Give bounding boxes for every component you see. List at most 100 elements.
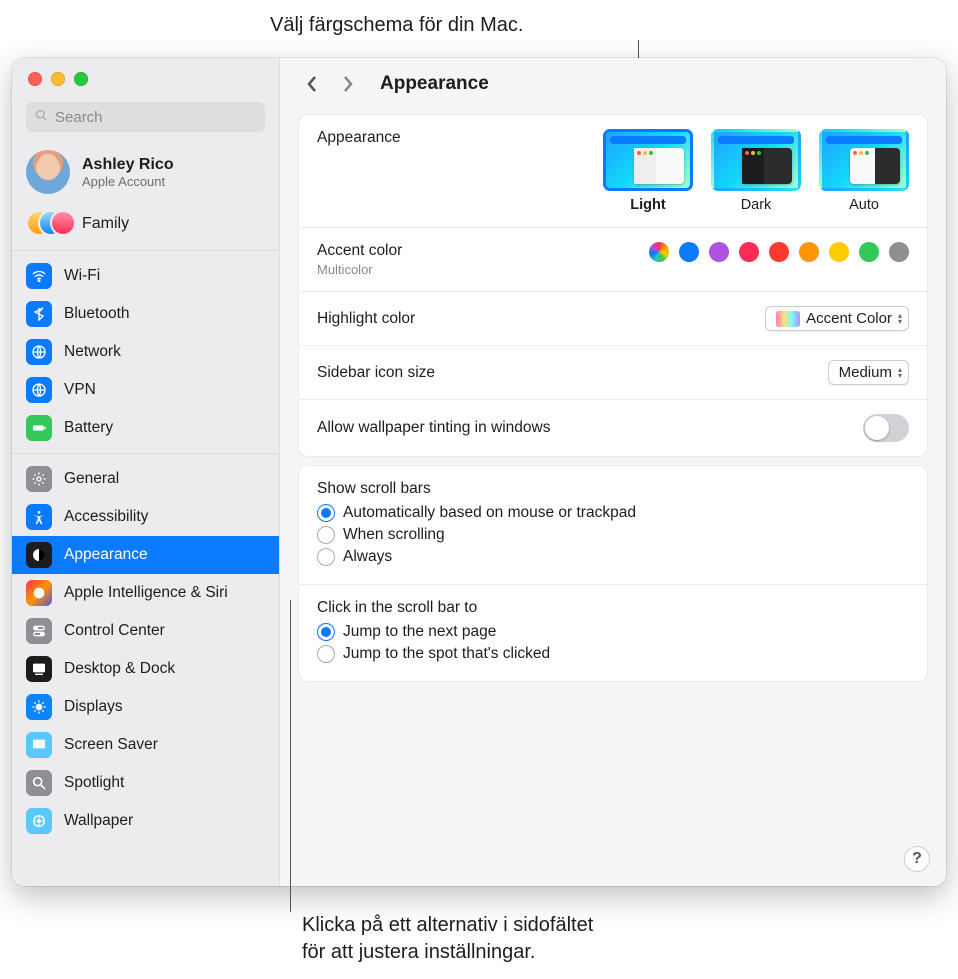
close-button[interactable]: [28, 72, 42, 86]
minimize-button[interactable]: [51, 72, 65, 86]
scrollbars-option-1[interactable]: When scrolling: [317, 526, 909, 544]
accessibility-icon: [26, 504, 52, 530]
appearance-row: Appearance LightDark Auto: [299, 115, 927, 228]
control-center-icon: [26, 618, 52, 644]
accent-color-4[interactable]: [769, 242, 789, 262]
sidebar-item-label: Appearance: [64, 546, 148, 564]
tinting-row: Allow wallpaper tinting in windows: [299, 400, 927, 456]
scroll-click-label: Click in the scroll bar to: [317, 599, 909, 617]
accent-color-3[interactable]: [739, 242, 759, 262]
sidebar-item-control-center[interactable]: Control Center: [12, 612, 279, 650]
appearance-thumb-light: [603, 129, 693, 191]
bluetooth-icon: [26, 301, 52, 327]
settings-window: Search Ashley Rico Apple Account Family …: [12, 58, 946, 886]
appearance-option-auto[interactable]: Auto: [819, 129, 909, 213]
sidebar-item-appearance[interactable]: Appearance: [12, 536, 279, 574]
highlight-value: Accent Color: [806, 310, 892, 327]
sidebar-item-network[interactable]: Network: [12, 333, 279, 371]
battery-icon: [26, 415, 52, 441]
accent-color-8[interactable]: [889, 242, 909, 262]
scrollbars-option-2[interactable]: Always: [317, 548, 909, 566]
search-placeholder: Search: [55, 109, 103, 126]
wifi-icon: [26, 263, 52, 289]
scroll-click-option-0[interactable]: Jump to the next page: [317, 623, 909, 641]
page-title: Appearance: [380, 73, 489, 95]
sidebar-item-label: Wi-Fi: [64, 267, 100, 285]
radio-label: Jump to the spot that's clicked: [343, 645, 550, 663]
screen-saver-icon: [26, 732, 52, 758]
main-content: Appearance Appearance LightDark Auto Acce…: [280, 58, 946, 886]
accent-selected-label: Multicolor: [317, 262, 402, 277]
sidebar-item-ai-siri[interactable]: Apple Intelligence & Siri: [12, 574, 279, 612]
sidebar-item-label: Spotlight: [64, 774, 124, 792]
ai-siri-icon: [26, 580, 52, 606]
general-icon: [26, 466, 52, 492]
tinting-label: Allow wallpaper tinting in windows: [317, 419, 550, 437]
sidebar-item-label: General: [64, 470, 119, 488]
account-subtitle: Apple Account: [82, 174, 174, 189]
callout-top: Välj färgschema för din Mac.: [270, 14, 523, 37]
wallpaper-icon: [26, 808, 52, 834]
forward-button[interactable]: [336, 72, 360, 96]
zoom-button[interactable]: [74, 72, 88, 86]
accent-color-6[interactable]: [829, 242, 849, 262]
appearance-icon: [26, 542, 52, 568]
account-name: Ashley Rico: [82, 156, 174, 174]
appearance-option-label: Auto: [819, 197, 909, 213]
sidebar-item-desktop-dock[interactable]: Desktop & Dock: [12, 650, 279, 688]
tinting-switch[interactable]: [863, 414, 909, 442]
appearance-label: Appearance: [317, 129, 401, 147]
sidebar-item-displays[interactable]: Displays: [12, 688, 279, 726]
gradient-swatch-icon: [776, 311, 800, 327]
accent-color-0[interactable]: [649, 242, 669, 262]
appearance-option-light[interactable]: Light: [603, 129, 693, 213]
sidebar-item-bluetooth[interactable]: Bluetooth: [12, 295, 279, 333]
scroll-click-option-1[interactable]: Jump to the spot that's clicked: [317, 645, 909, 663]
appearance-thumb-auto: [819, 129, 909, 191]
accent-label: Accent color: [317, 242, 402, 260]
accent-color-2[interactable]: [709, 242, 729, 262]
accent-color-7[interactable]: [859, 242, 879, 262]
sidebar-size-row: Sidebar icon size Medium ▴▾: [299, 346, 927, 400]
sidebar-item-spotlight[interactable]: Spotlight: [12, 764, 279, 802]
accent-color-5[interactable]: [799, 242, 819, 262]
search-field[interactable]: Search: [26, 102, 265, 132]
sidebar-item-general[interactable]: General: [12, 460, 279, 498]
sidebar-item-vpn[interactable]: VPN: [12, 371, 279, 409]
apple-account[interactable]: Ashley Rico Apple Account: [12, 142, 279, 202]
sidebar-item-label: Battery: [64, 419, 113, 437]
sidebar-item-wifi[interactable]: Wi-Fi: [12, 257, 279, 295]
highlight-label: Highlight color: [317, 310, 415, 328]
sidebar-item-screen-saver[interactable]: Screen Saver: [12, 726, 279, 764]
sidebar-item-battery[interactable]: Battery: [12, 409, 279, 447]
window-controls: [12, 58, 279, 98]
appearance-panel: Appearance LightDark Auto Accent color Mu…: [298, 114, 928, 457]
scrollbars-label: Show scroll bars: [317, 480, 909, 498]
highlight-row: Highlight color Accent Color ▴▾: [299, 292, 927, 346]
sidebar-item-label: Accessibility: [64, 508, 148, 526]
sidebar-size-popup[interactable]: Medium ▴▾: [828, 360, 909, 385]
sidebar-item-label: Network: [64, 343, 121, 361]
spotlight-icon: [26, 770, 52, 796]
radio-label: Jump to the next page: [343, 623, 496, 641]
sidebar-size-label: Sidebar icon size: [317, 364, 435, 382]
back-button[interactable]: [300, 72, 324, 96]
highlight-popup[interactable]: Accent Color ▴▾: [765, 306, 909, 331]
accent-color-picker: [649, 242, 909, 262]
sidebar-item-accessibility[interactable]: Accessibility: [12, 498, 279, 536]
sidebar-item-label: Family: [82, 215, 129, 233]
sidebar-item-label: Apple Intelligence & Siri: [64, 584, 228, 602]
scrollbars-option-0[interactable]: Automatically based on mouse or trackpad: [317, 504, 909, 522]
help-button[interactable]: ?: [904, 846, 930, 872]
accent-color-1[interactable]: [679, 242, 699, 262]
sidebar-item-family[interactable]: Family: [12, 202, 279, 250]
sidebar-item-label: Bluetooth: [64, 305, 130, 323]
appearance-option-dark[interactable]: Dark: [711, 129, 801, 213]
callout-bottom: Klicka på ett alternativ i sidofältet fö…: [302, 912, 593, 966]
appearance-thumb-dark: [711, 129, 801, 191]
sidebar-item-wallpaper[interactable]: Wallpaper: [12, 802, 279, 840]
scroll-panel: Show scroll bars Automatically based on …: [298, 465, 928, 682]
sidebar-size-value: Medium: [839, 364, 892, 381]
vpn-icon: [26, 377, 52, 403]
sidebar-item-label: Displays: [64, 698, 123, 716]
